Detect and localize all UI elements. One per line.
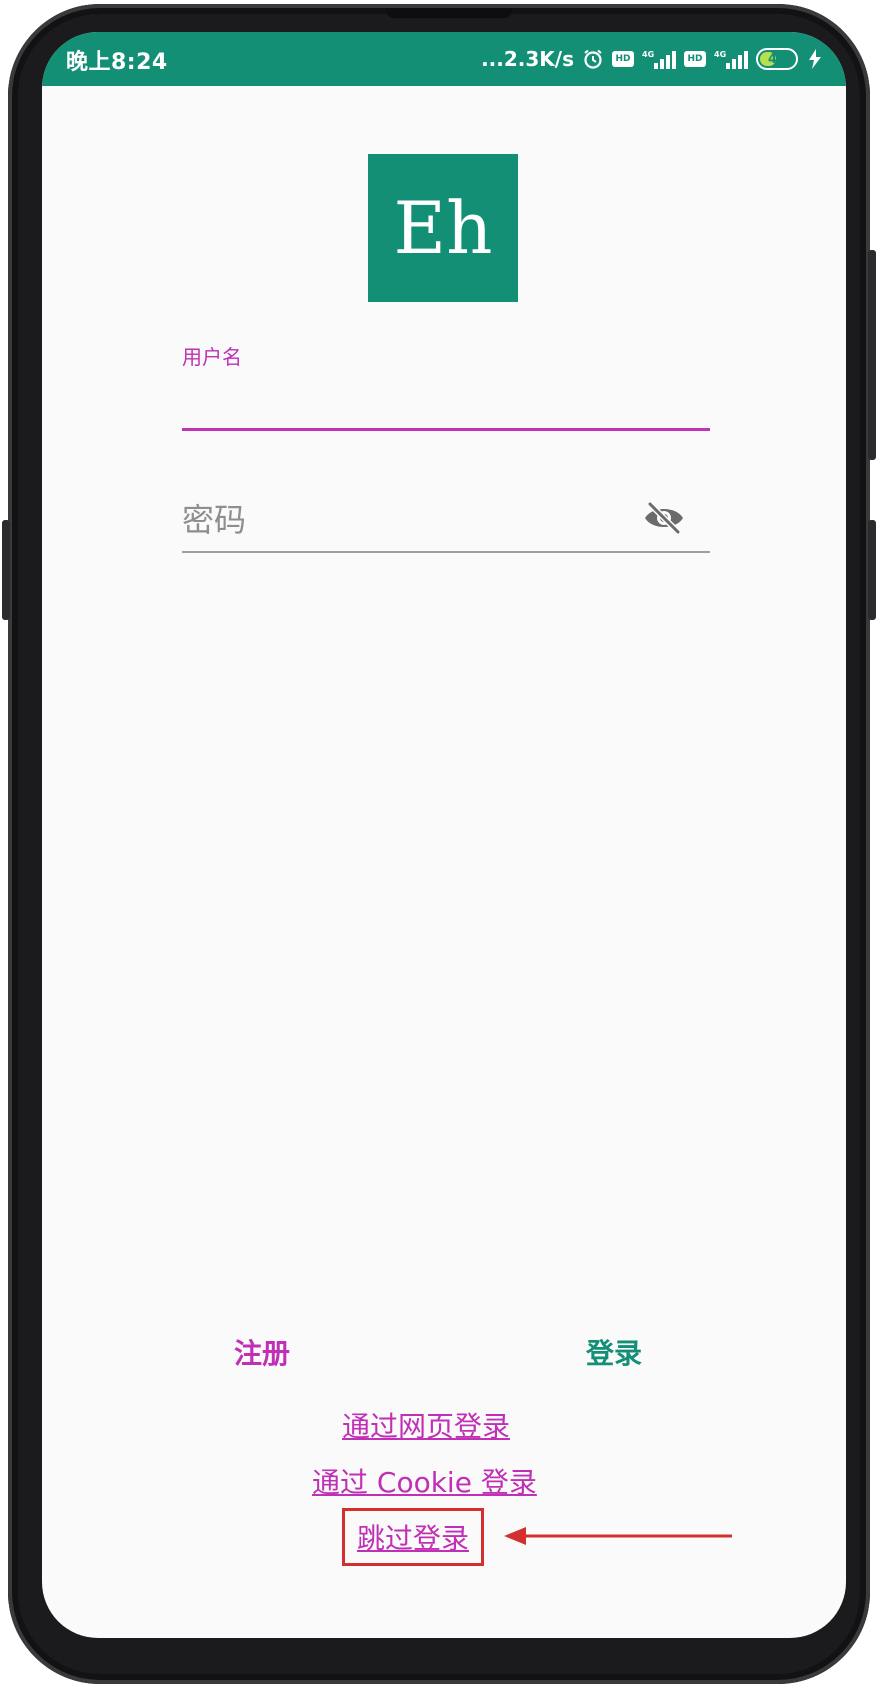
- skip-login-highlight: 跳过登录: [342, 1508, 484, 1566]
- status-time: 晚上8:24: [66, 50, 168, 75]
- network-type-label: 4G: [714, 50, 726, 59]
- charging-icon: [806, 48, 824, 70]
- side-button: [868, 520, 876, 620]
- skip-login-link[interactable]: 跳过登录: [357, 1517, 469, 1557]
- app-screen: 晚上8:24 ...2.3K/s HD 4G HD 4G 48 Eh 用户名 注…: [42, 32, 846, 1638]
- register-button[interactable]: 注册: [234, 1332, 290, 1372]
- alarm-icon: [582, 48, 604, 70]
- username-input[interactable]: [182, 376, 710, 426]
- login-button[interactable]: 登录: [586, 1332, 642, 1372]
- status-bar: 晚上8:24 ...2.3K/s HD 4G HD 4G 48: [42, 32, 846, 86]
- username-label: 用户名: [182, 345, 242, 369]
- battery-icon: 48: [756, 48, 798, 70]
- annotation-arrow: [504, 1527, 732, 1545]
- power-button: [868, 250, 876, 460]
- password-visibility-toggle[interactable]: [639, 498, 689, 542]
- username-underline: [182, 428, 710, 431]
- status-indicators: ...2.3K/s HD 4G HD 4G 48: [481, 42, 824, 76]
- hd-icon: HD: [612, 51, 634, 67]
- battery-level: 48: [767, 51, 787, 67]
- password-underline: [182, 551, 710, 553]
- network-type-label: 4G: [642, 50, 654, 59]
- hd-icon: HD: [684, 51, 706, 67]
- signal-4g-icon: 4G: [714, 48, 748, 70]
- phone-earpiece: [386, 8, 512, 18]
- volume-button: [2, 520, 10, 620]
- signal-4g-icon: 4G: [642, 48, 676, 70]
- web-login-link[interactable]: 通过网页登录: [342, 1405, 510, 1445]
- network-speed: ...2.3K/s: [481, 47, 574, 71]
- app-logo: Eh: [368, 154, 518, 302]
- password-input[interactable]: [182, 492, 642, 548]
- cookie-login-link[interactable]: 通过 Cookie 登录: [312, 1461, 537, 1501]
- eye-off-icon: [642, 500, 686, 540]
